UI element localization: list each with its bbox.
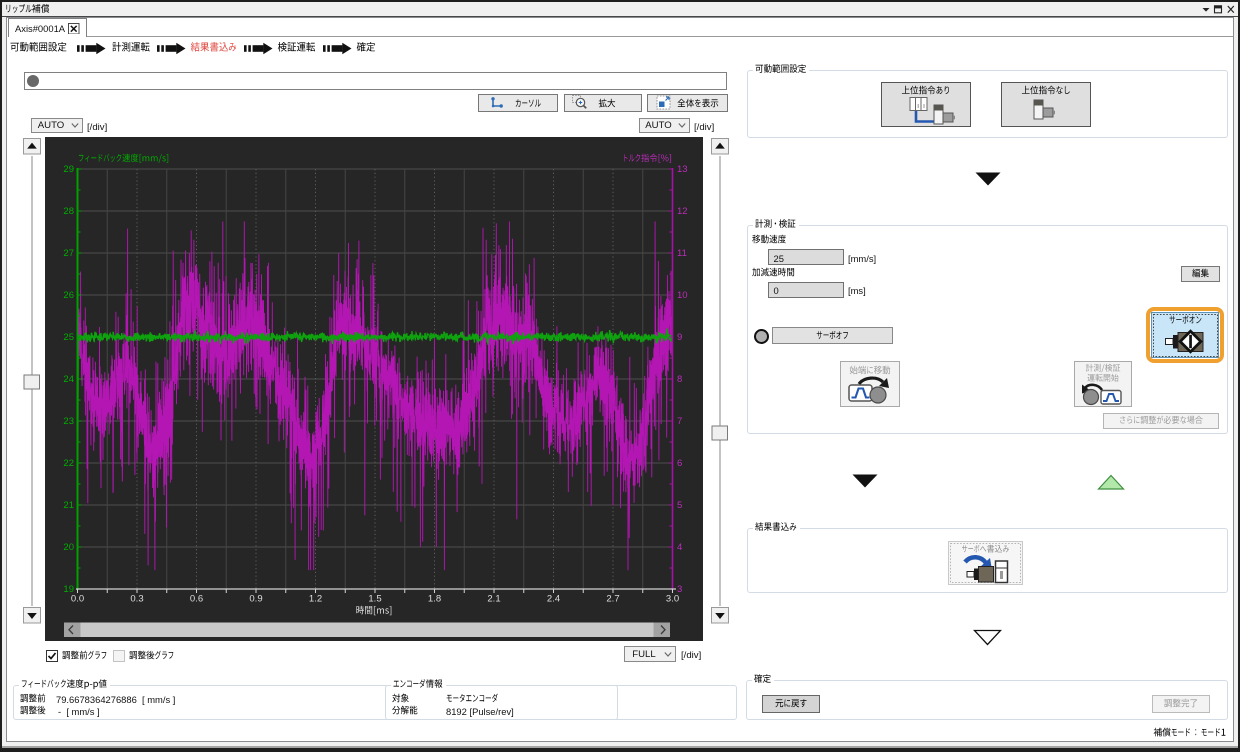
svg-text:9: 9 bbox=[677, 332, 682, 343]
svg-text:8: 8 bbox=[677, 374, 682, 385]
svg-text:24: 24 bbox=[63, 374, 74, 385]
svg-text:28: 28 bbox=[63, 206, 74, 217]
svg-text:23: 23 bbox=[63, 416, 74, 427]
svg-text:2.7: 2.7 bbox=[606, 594, 619, 605]
svg-text:0.0: 0.0 bbox=[71, 594, 84, 605]
svg-text:13: 13 bbox=[677, 164, 688, 175]
svg-text:2.4: 2.4 bbox=[547, 594, 560, 605]
svg-text:3.0: 3.0 bbox=[666, 594, 679, 605]
svg-text:26: 26 bbox=[63, 290, 74, 301]
svg-text:22: 22 bbox=[63, 458, 74, 469]
svg-text:27: 27 bbox=[63, 248, 74, 259]
svg-text:7: 7 bbox=[677, 416, 682, 427]
svg-text:1.2: 1.2 bbox=[309, 594, 322, 605]
svg-text:4: 4 bbox=[677, 542, 682, 553]
svg-text:12: 12 bbox=[677, 206, 688, 217]
svg-text:10: 10 bbox=[677, 290, 688, 301]
svg-text:0.3: 0.3 bbox=[130, 594, 143, 605]
svg-text:21: 21 bbox=[63, 500, 74, 511]
svg-text:1.8: 1.8 bbox=[428, 594, 441, 605]
svg-text:29: 29 bbox=[63, 164, 74, 175]
svg-text:1.5: 1.5 bbox=[368, 594, 381, 605]
svg-text:5: 5 bbox=[677, 500, 682, 511]
svg-text:20: 20 bbox=[63, 542, 74, 553]
svg-text:0.9: 0.9 bbox=[249, 594, 262, 605]
svg-text:25: 25 bbox=[63, 332, 74, 343]
svg-text:6: 6 bbox=[677, 458, 682, 469]
svg-text:2.1: 2.1 bbox=[487, 594, 500, 605]
svg-text:11: 11 bbox=[677, 248, 687, 259]
svg-text:0.6: 0.6 bbox=[190, 594, 203, 605]
